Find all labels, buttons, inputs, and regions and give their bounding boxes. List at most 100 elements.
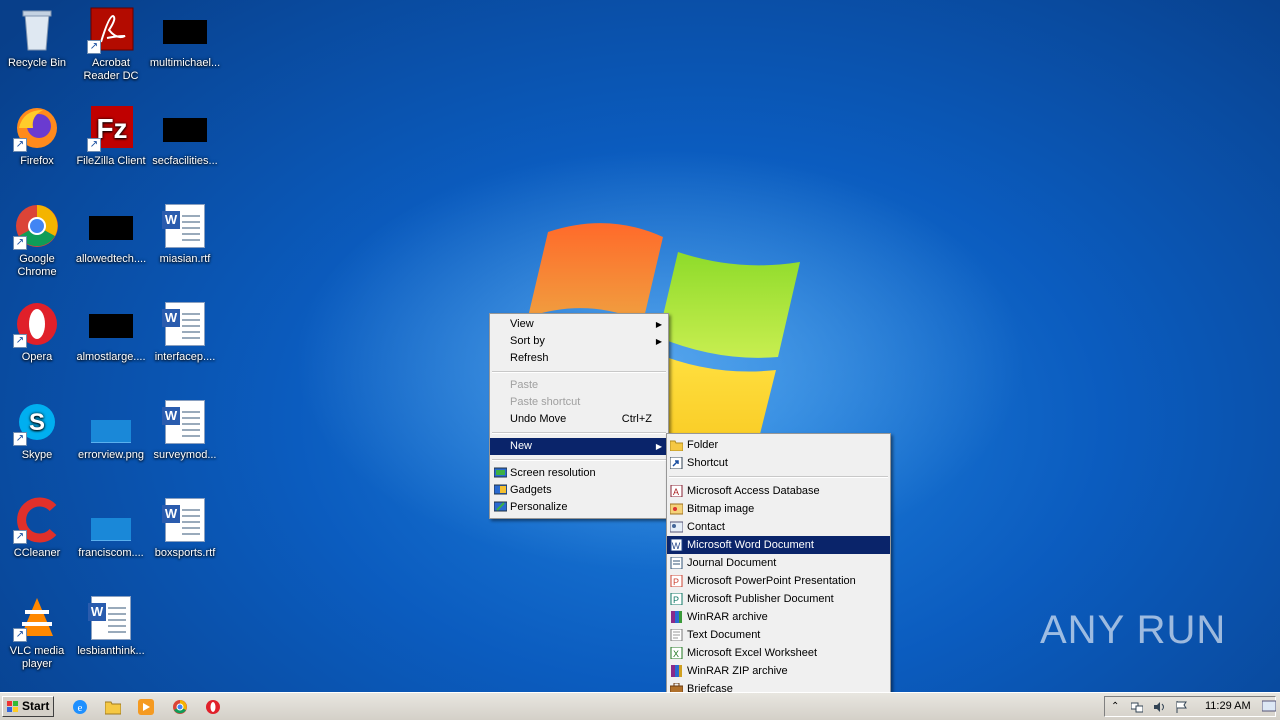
desktop-icon-franciscom[interactable]: franciscom.... xyxy=(74,496,148,560)
paint-icon xyxy=(669,503,684,515)
powerpoint-icon: P xyxy=(670,574,683,588)
menu-item-winrar-zip[interactable]: WinRAR ZIP archive xyxy=(667,662,890,680)
text-file-icon xyxy=(670,628,683,642)
menu-item-undo-move[interactable]: Undo Move Ctrl+Z xyxy=(490,411,668,428)
folder-icon xyxy=(669,439,684,452)
desktop-icon-firefox[interactable]: ↗ Firefox xyxy=(0,104,74,168)
start-button[interactable]: Start xyxy=(2,696,54,717)
svg-text:X: X xyxy=(673,649,679,659)
menu-item-contact[interactable]: Contact xyxy=(667,518,890,536)
desktop-icon-opera[interactable]: ↗ Opera xyxy=(0,300,74,364)
image-thumb-icon xyxy=(87,398,135,446)
menu-item-new[interactable]: New ▶ xyxy=(490,438,668,455)
menu-item-screen-resolution[interactable]: Screen resolution xyxy=(490,465,668,482)
menu-item-winrar-archive[interactable]: WinRAR archive xyxy=(667,608,890,626)
vlc-icon: ↗ xyxy=(13,594,61,642)
redacted-file-icon xyxy=(87,300,135,348)
menu-item-refresh[interactable]: Refresh xyxy=(490,350,668,367)
svg-text:A: A xyxy=(673,487,679,497)
desktop-icon-chrome[interactable]: ↗ Google Chrome xyxy=(0,202,74,279)
taskbar: Start e ⌃ 11:29 AM xyxy=(0,692,1280,720)
menu-item-paste-shortcut[interactable]: Paste shortcut xyxy=(490,394,668,411)
excel-icon: X xyxy=(670,646,683,660)
desktop-icon-ccleaner[interactable]: ↗ CCleaner xyxy=(0,496,74,560)
action-center-flag-icon[interactable] xyxy=(1175,701,1187,713)
show-hidden-icons-icon[interactable]: ⌃ xyxy=(1111,701,1123,713)
menu-item-shortcut[interactable]: Shortcut xyxy=(667,454,890,472)
network-icon[interactable] xyxy=(1130,701,1144,713)
desktop-icon-lesbianthink[interactable]: W lesbianthink... xyxy=(74,594,148,658)
system-tray: ⌃ 11:29 AM xyxy=(1104,696,1276,717)
shortcut-arrow-icon: ↗ xyxy=(13,138,27,152)
volume-icon[interactable] xyxy=(1153,701,1165,713)
svg-text:e: e xyxy=(78,702,83,714)
menu-separator xyxy=(492,432,666,434)
desktop-icon-interfacep[interactable]: W interfacep.... xyxy=(148,300,222,364)
shortcut-arrow-icon: ↗ xyxy=(13,432,27,446)
chrome-icon: ↗ xyxy=(13,202,61,250)
journal-icon xyxy=(670,556,683,570)
filezilla-icon: Fz ↗ xyxy=(87,104,135,152)
desktop-icon-multimichael[interactable]: multimichael... xyxy=(148,6,222,70)
opera-icon: ↗ xyxy=(13,300,61,348)
shortcut-arrow-icon: ↗ xyxy=(87,40,101,54)
menu-item-journal-document[interactable]: Journal Document xyxy=(667,554,890,572)
skype-icon: S ↗ xyxy=(13,398,61,446)
opera-icon[interactable] xyxy=(205,699,221,715)
anyrun-watermark: ANY RUN xyxy=(1040,608,1227,652)
image-thumb-icon xyxy=(87,496,135,544)
show-desktop-icon[interactable] xyxy=(1261,699,1277,713)
desktop-icon-almostlarge[interactable]: almostlarge.... xyxy=(74,300,148,364)
svg-text:P: P xyxy=(673,577,679,587)
desktop-icon-boxsports[interactable]: W boxsports.rtf xyxy=(148,496,222,560)
desktop-icon-errorview[interactable]: errorview.png xyxy=(74,398,148,462)
menu-item-publisher[interactable]: P Microsoft Publisher Document xyxy=(667,590,890,608)
access-icon: A xyxy=(670,484,683,498)
menu-item-excel-worksheet[interactable]: X Microsoft Excel Worksheet xyxy=(667,644,890,662)
word-doc-icon: W xyxy=(161,300,209,348)
desktop-icon-vlc[interactable]: ↗ VLC media player xyxy=(0,594,74,671)
winrar-zip-icon xyxy=(670,665,683,677)
menu-item-gadgets[interactable]: Gadgets xyxy=(490,482,668,499)
clock[interactable]: 11:29 AM xyxy=(1205,700,1251,712)
ie-icon[interactable]: e xyxy=(72,699,88,715)
recycle-bin-icon xyxy=(13,6,61,54)
submenu-arrow-icon: ▶ xyxy=(655,320,662,329)
desktop-icon-filezilla[interactable]: Fz ↗ FileZilla Client xyxy=(74,104,148,168)
menu-item-bitmap-image[interactable]: Bitmap image xyxy=(667,500,890,518)
menu-item-view[interactable]: View ▶ xyxy=(490,316,668,333)
desktop-icon-surveymod[interactable]: W surveymod... xyxy=(148,398,222,462)
svg-text:W: W xyxy=(672,541,681,551)
menu-item-sort-by[interactable]: Sort by ▶ xyxy=(490,333,668,350)
gadgets-icon xyxy=(493,484,508,497)
shortcut-key-label: Ctrl+Z xyxy=(621,413,652,425)
desktop-icon-secfacilities[interactable]: secfacilities... xyxy=(148,104,222,168)
publisher-icon: P xyxy=(670,592,683,606)
firefox-icon: ↗ xyxy=(13,104,61,152)
menu-item-paste[interactable]: Paste xyxy=(490,377,668,394)
menu-item-text-document[interactable]: Text Document xyxy=(667,626,890,644)
desktop-icon-miasian[interactable]: W miasian.rtf xyxy=(148,202,222,266)
menu-item-access-database[interactable]: A Microsoft Access Database xyxy=(667,482,890,500)
contact-icon xyxy=(669,521,684,533)
word-doc-icon: W xyxy=(161,202,209,250)
explorer-icon[interactable] xyxy=(104,699,122,715)
menu-item-powerpoint[interactable]: P Microsoft PowerPoint Presentation xyxy=(667,572,890,590)
chrome-icon[interactable] xyxy=(172,699,188,715)
menu-item-folder[interactable]: Folder xyxy=(667,436,890,454)
desktop-icon-recycle-bin[interactable]: Recycle Bin xyxy=(0,6,74,70)
menu-separator xyxy=(492,371,666,373)
desktop-icon-acrobat[interactable]: ↗ Acrobat Reader DC xyxy=(74,6,148,83)
word-icon: W xyxy=(670,538,683,552)
svg-text:P: P xyxy=(673,595,679,605)
menu-item-personalize[interactable]: Personalize xyxy=(490,499,668,516)
desktop-icon-allowedtech[interactable]: allowedtech.... xyxy=(74,202,148,266)
menu-separator xyxy=(669,476,888,478)
ccleaner-icon: ↗ xyxy=(13,496,61,544)
media-player-icon[interactable] xyxy=(138,699,154,715)
shortcut-arrow-icon: ↗ xyxy=(13,530,27,544)
word-doc-icon: W xyxy=(87,594,135,642)
desktop-icon-skype[interactable]: S ↗ Skype xyxy=(0,398,74,462)
shortcut-icon xyxy=(669,456,683,470)
menu-item-word-document[interactable]: W Microsoft Word Document xyxy=(667,536,890,554)
